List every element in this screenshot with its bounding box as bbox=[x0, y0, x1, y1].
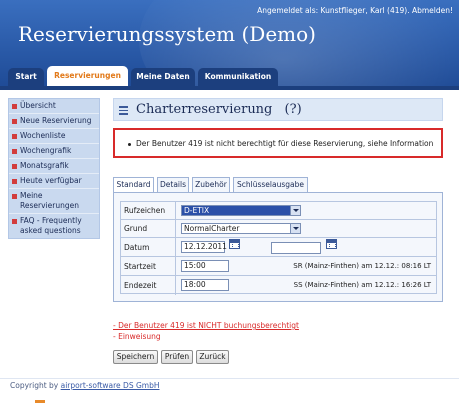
grund-value: NormalCharter bbox=[184, 224, 240, 233]
startzeit-input[interactable]: 15:00 bbox=[181, 260, 229, 272]
rufzeichen-value: D-ETIX bbox=[184, 206, 210, 215]
datum-end-input[interactable] bbox=[271, 242, 321, 254]
save-button[interactable]: Speichern bbox=[113, 350, 158, 364]
app-header: Angemeldet als: Kunstflieger, Karl (419)… bbox=[0, 0, 459, 90]
form-row-datum: Datum 12.12.2011 bbox=[121, 238, 436, 257]
endezeit-input[interactable]: 18:00 bbox=[181, 279, 229, 291]
copyright-link[interactable]: airport-software DS GmbH bbox=[61, 381, 160, 390]
bullet-icon bbox=[12, 149, 17, 154]
form-table: Rufzeichen D-ETIX Grund NormalCharter Da… bbox=[120, 201, 437, 295]
sidebar-item-faq[interactable]: FAQ - Frequently asked questions bbox=[9, 214, 99, 238]
form-row-startzeit: Startzeit 15:00 SR (Mainz-Finthen) am 12… bbox=[121, 257, 436, 276]
error-message-box: Der Benutzer 419 ist nicht berechtigt fü… bbox=[113, 128, 443, 158]
app-title: Reservierungssystem (Demo) bbox=[18, 22, 316, 46]
calendar-icon[interactable] bbox=[229, 239, 240, 249]
rufzeichen-label: Rufzeichen bbox=[121, 202, 176, 219]
rufzeichen-select[interactable]: D-ETIX bbox=[181, 205, 301, 216]
bullet-icon bbox=[12, 164, 17, 169]
sidebar-item-wochenliste[interactable]: Wochenliste bbox=[9, 129, 99, 144]
error-link-einweisung[interactable]: - Einweisung bbox=[113, 331, 299, 342]
datum-input[interactable]: 12.12.2011 bbox=[181, 241, 227, 253]
error-message: Der Benutzer 419 ist nicht berechtigt fü… bbox=[136, 139, 434, 148]
bullet-icon bbox=[12, 194, 17, 199]
tab-kommunikation[interactable]: Kommunikation bbox=[198, 68, 278, 86]
tab-start[interactable]: Start bbox=[8, 68, 44, 86]
copyright-prefix: Copyright by bbox=[10, 381, 59, 390]
bullet-icon bbox=[128, 142, 131, 146]
sidebar-item-label: Meine Reservierungen bbox=[20, 191, 79, 210]
chevron-down-icon bbox=[290, 224, 300, 233]
copyright: Copyright by airport-software DS GmbH bbox=[10, 381, 160, 390]
sidebar-item-label: Wochengrafik bbox=[20, 146, 72, 155]
startzeit-label: Startzeit bbox=[121, 257, 176, 275]
bullet-icon bbox=[12, 119, 17, 124]
tab-standard[interactable]: Standard bbox=[113, 177, 154, 193]
bullet-icon bbox=[12, 104, 17, 109]
help-link[interactable]: (?) bbox=[285, 102, 302, 117]
sunset-info: SS (Mainz-Finthen) am 12.12.: 16:26 LT bbox=[293, 281, 431, 289]
check-button[interactable]: Prüfen bbox=[161, 350, 193, 364]
reservation-form: Rufzeichen D-ETIX Grund NormalCharter Da… bbox=[113, 192, 443, 302]
grund-label: Grund bbox=[121, 220, 176, 237]
back-button[interactable]: Zurück bbox=[196, 350, 229, 364]
error-link-buchungsberechtigt[interactable]: - Der Benutzer 419 ist NICHT buchungsber… bbox=[113, 320, 299, 331]
chevron-down-icon bbox=[290, 206, 300, 215]
tab-zubehoer[interactable]: Zubehör bbox=[192, 177, 230, 192]
form-row-grund: Grund NormalCharter bbox=[121, 220, 436, 238]
bullet-icon bbox=[12, 179, 17, 184]
page-title: Charterreservierung (?) bbox=[136, 102, 302, 117]
sidebar-item-label: Übersicht bbox=[20, 101, 56, 110]
sidebar-item-label: FAQ - Frequently asked questions bbox=[20, 216, 82, 235]
sidebar-item-label: Neue Reservierung bbox=[20, 116, 92, 125]
endezeit-label: Endezeit bbox=[121, 276, 176, 295]
sidebar-item-heute-verfuegbar[interactable]: Heute verfügbar bbox=[9, 174, 99, 189]
sidebar-item-monatsgrafik[interactable]: Monatsgrafik bbox=[9, 159, 99, 174]
datum-label: Datum bbox=[121, 238, 176, 256]
tab-meine-daten[interactable]: Meine Daten bbox=[131, 68, 195, 86]
tab-reservierungen[interactable]: Reservierungen bbox=[47, 66, 128, 86]
sidebar-item-uebersicht[interactable]: Übersicht bbox=[9, 99, 99, 114]
sidebar-item-label: Wochenliste bbox=[20, 131, 66, 140]
page-heading: Charterreservierung (?) bbox=[113, 98, 443, 121]
tab-details[interactable]: Details bbox=[157, 177, 189, 192]
sunrise-info: SR (Mainz-Finthen) am 12.12.: 08:16 LT bbox=[293, 262, 431, 270]
sidebar-item-neue-reservierung[interactable]: Neue Reservierung bbox=[9, 114, 99, 129]
tab-schluesselausgabe[interactable]: Schlüsselausgabe bbox=[233, 177, 308, 192]
form-row-endezeit: Endezeit 18:00 SS (Mainz-Finthen) am 12.… bbox=[121, 276, 436, 295]
validation-errors: - Der Benutzer 419 ist NICHT buchungsber… bbox=[113, 320, 299, 342]
page-title-text: Charterreservierung bbox=[136, 102, 273, 117]
sidebar: Übersicht Neue Reservierung Wochenliste … bbox=[8, 98, 100, 239]
sidebar-item-meine-reservierungen[interactable]: Meine Reservierungen bbox=[9, 189, 99, 214]
header-divider bbox=[0, 86, 459, 90]
login-info[interactable]: Angemeldet als: Kunstflieger, Karl (419)… bbox=[257, 6, 453, 15]
calendar-icon[interactable] bbox=[326, 239, 337, 249]
main-tabbar: Start Reservierungen Meine Daten Kommuni… bbox=[0, 66, 459, 86]
bullet-icon bbox=[12, 134, 17, 139]
bullet-icon bbox=[12, 219, 17, 224]
footer-divider bbox=[0, 378, 459, 379]
form-row-rufzeichen: Rufzeichen D-ETIX bbox=[121, 202, 436, 220]
sidebar-item-label: Monatsgrafik bbox=[20, 161, 69, 170]
grund-select[interactable]: NormalCharter bbox=[181, 223, 301, 234]
sidebar-item-label: Heute verfügbar bbox=[20, 176, 82, 185]
menu-icon bbox=[119, 106, 128, 117]
sidebar-item-wochengrafik[interactable]: Wochengrafik bbox=[9, 144, 99, 159]
